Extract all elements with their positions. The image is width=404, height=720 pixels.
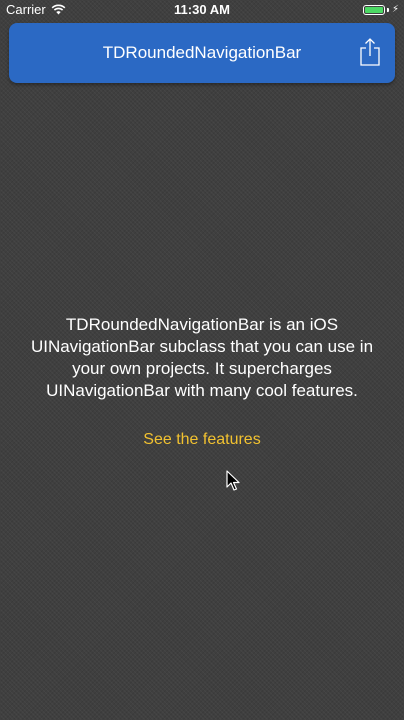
see-features-button[interactable]: See the features [0, 431, 404, 449]
battery-icon [362, 4, 385, 15]
share-icon[interactable] [357, 37, 383, 67]
main-content: TDRoundedNavigationBar is an iOS UINavig… [0, 314, 404, 402]
status-bar: Carrier 11:30 AM ⚡ [0, 0, 404, 20]
battery-indicator: ⚡ [362, 4, 399, 15]
battery-fill [364, 6, 383, 13]
rounded-navigation-bar: TDRoundedNavigationBar [9, 23, 395, 83]
battery-tip [386, 7, 389, 12]
description-text: TDRoundedNavigationBar is an iOS UINavig… [30, 315, 374, 400]
charging-bolt-icon: ⚡ [391, 4, 399, 15]
nav-title: TDRoundedNavigationBar [102, 43, 302, 62]
mouse-cursor-icon [226, 470, 240, 491]
status-time: 11:30 AM [174, 2, 230, 17]
